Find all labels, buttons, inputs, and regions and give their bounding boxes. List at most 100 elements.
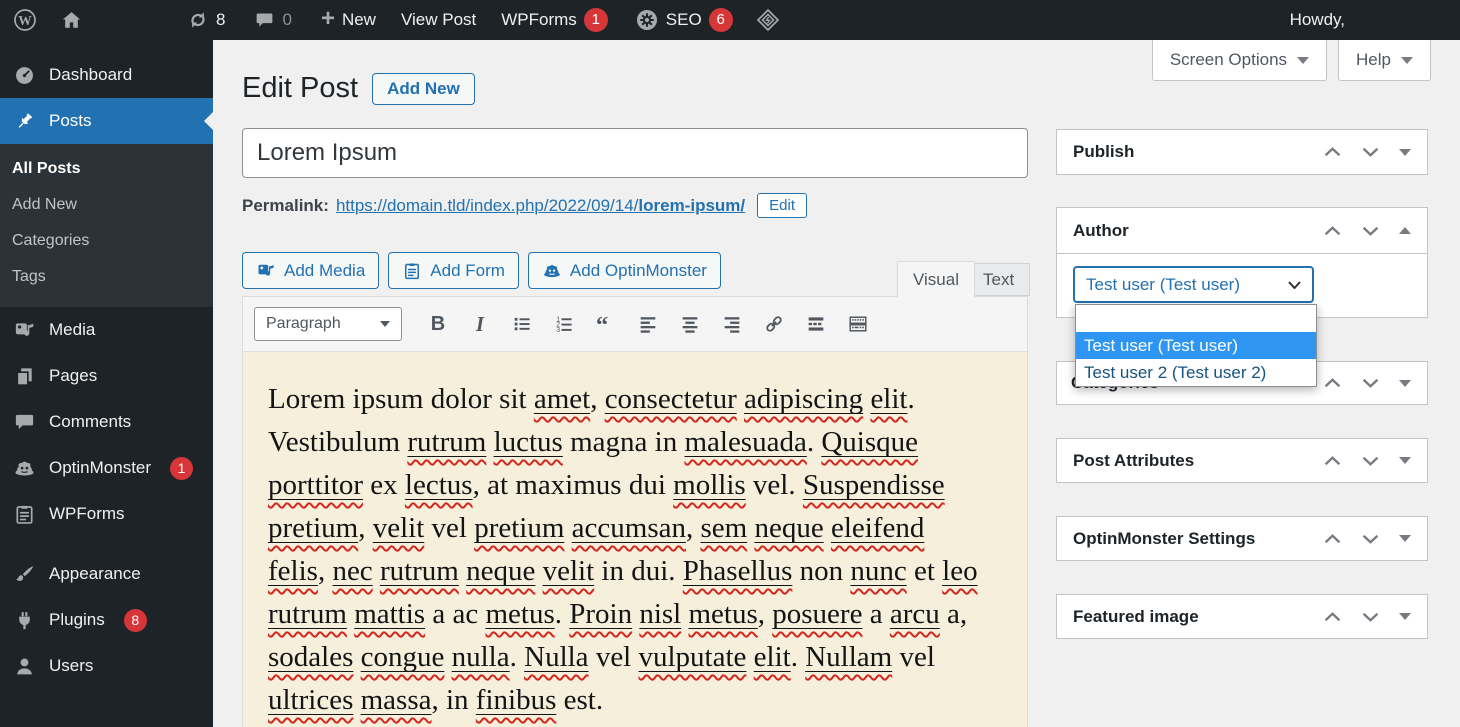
blockquote-button[interactable] xyxy=(586,307,626,341)
align-right-button[interactable] xyxy=(712,307,752,341)
move-down-icon[interactable] xyxy=(1361,533,1380,545)
form-icon xyxy=(402,261,422,281)
bold-button[interactable]: B xyxy=(418,307,458,341)
edit-permalink-button[interactable]: Edit xyxy=(757,193,807,218)
toggle-panel-icon[interactable] xyxy=(1399,227,1411,234)
submenu-item-all-posts[interactable]: All Posts xyxy=(0,151,213,187)
sidebar-item-users[interactable]: Users xyxy=(0,643,213,689)
misspelled-word: finibus xyxy=(476,684,557,716)
align-center-button[interactable] xyxy=(670,307,710,341)
sidebar-item-comments[interactable]: Comments xyxy=(0,399,213,445)
editor-toolbar: Paragraph B I xyxy=(243,297,1027,352)
pushpin-icon xyxy=(13,110,36,133)
read-more-button[interactable] xyxy=(796,307,836,341)
submenu-item-tags[interactable]: Tags xyxy=(0,259,213,295)
misspelled-word: amet xyxy=(534,383,590,415)
screen-options-tab[interactable]: Screen Options xyxy=(1152,40,1327,81)
featured-image-panel-header[interactable]: Featured image xyxy=(1057,595,1427,638)
sidebar-item-appearance[interactable]: Appearance xyxy=(0,551,213,597)
seo-label: SEO xyxy=(666,10,702,30)
misspelled-word: elit xyxy=(754,641,791,673)
diamond-plugin-icon[interactable] xyxy=(755,7,781,33)
site-home-icon[interactable] xyxy=(60,9,83,32)
view-post-link[interactable]: View Post xyxy=(401,10,476,30)
toggle-panel-icon[interactable] xyxy=(1399,380,1411,387)
brush-icon xyxy=(13,563,36,586)
toolbar-toggle-button[interactable] xyxy=(838,307,878,341)
sidebar-item-posts[interactable]: Posts xyxy=(0,98,213,144)
chevron-down-icon xyxy=(1297,57,1309,64)
author-panel-header[interactable]: Author xyxy=(1057,208,1427,253)
toggle-panel-icon[interactable] xyxy=(1399,457,1411,464)
bulleted-list-button[interactable] xyxy=(502,307,542,341)
sidebar-item-media[interactable]: Media xyxy=(0,307,213,353)
updates-indicator[interactable]: 8 xyxy=(187,9,225,31)
misspelled-word: luctus xyxy=(494,426,563,458)
permalink-label: Permalink: xyxy=(242,196,329,216)
optinmonster-icon xyxy=(542,261,562,281)
admin-sidebar: Dashboard Posts All Posts Add New Catego… xyxy=(0,40,213,727)
misspelled-word: nec xyxy=(332,555,372,587)
editor-content-text[interactable]: Lorem ipsum dolor sit amet, consectetur … xyxy=(243,352,1027,727)
author-select[interactable]: Test user (Test user) xyxy=(1073,266,1314,303)
misspelled-word: adipiscing xyxy=(744,383,863,415)
wpforms-menu[interactable]: WPForms 1 xyxy=(501,8,608,32)
comments-indicator[interactable]: 0 xyxy=(254,10,291,31)
updates-count: 8 xyxy=(216,10,225,30)
optinmonster-settings-panel: OptinMonster Settings xyxy=(1056,516,1428,561)
move-up-icon[interactable] xyxy=(1323,225,1342,237)
submenu-item-add-new[interactable]: Add New xyxy=(0,187,213,223)
add-optinmonster-button[interactable]: Add OptinMonster xyxy=(528,252,721,289)
paragraph-format-select[interactable]: Paragraph xyxy=(254,307,402,341)
sidebar-item-wpforms[interactable]: WPForms xyxy=(0,491,213,537)
comments-count: 0 xyxy=(282,10,291,30)
italic-button[interactable]: I xyxy=(460,307,500,341)
misspelled-word: Quisque xyxy=(821,426,918,458)
misspelled-word: accumsan xyxy=(572,512,686,544)
publish-panel-header[interactable]: Publish xyxy=(1057,130,1427,174)
dropdown-option-blank[interactable] xyxy=(1076,305,1316,332)
help-tab[interactable]: Help xyxy=(1338,40,1431,81)
sidebar-item-pages[interactable]: Pages xyxy=(0,353,213,399)
move-up-icon[interactable] xyxy=(1323,533,1342,545)
toggle-panel-icon[interactable] xyxy=(1399,149,1411,156)
sidebar-item-dashboard[interactable]: Dashboard xyxy=(0,52,213,98)
add-new-button[interactable]: Add New xyxy=(372,73,475,105)
post-title-input[interactable] xyxy=(242,128,1028,178)
howdy-account[interactable]: Howdy, xyxy=(1290,10,1345,30)
comment-icon xyxy=(13,411,36,434)
move-down-icon[interactable] xyxy=(1361,146,1380,158)
move-up-icon[interactable] xyxy=(1323,146,1342,158)
move-down-icon[interactable] xyxy=(1361,225,1380,237)
add-form-button[interactable]: Add Form xyxy=(388,252,519,289)
sidebar-item-optinmonster[interactable]: OptinMonster 1 xyxy=(0,445,213,491)
move-up-icon[interactable] xyxy=(1323,377,1342,389)
new-menu[interactable]: + New xyxy=(321,10,376,30)
dropdown-option[interactable]: Test user 2 (Test user 2) xyxy=(1076,359,1316,386)
tab-text[interactable]: Text xyxy=(967,263,1030,296)
user-icon xyxy=(13,655,36,678)
tab-visual[interactable]: Visual xyxy=(897,261,975,298)
author-panel: Author Test user (Test user) Test user (… xyxy=(1056,207,1428,318)
permalink-link[interactable]: https://domain.tld/index.php/2022/09/14/… xyxy=(336,196,745,216)
move-up-icon[interactable] xyxy=(1323,611,1342,623)
wordpress-logo-icon[interactable] xyxy=(13,8,37,32)
add-media-button[interactable]: Add Media xyxy=(242,252,379,289)
move-down-icon[interactable] xyxy=(1361,611,1380,623)
toggle-panel-icon[interactable] xyxy=(1399,613,1411,620)
numbered-list-button[interactable] xyxy=(544,307,584,341)
toggle-panel-icon[interactable] xyxy=(1399,535,1411,542)
move-up-icon[interactable] xyxy=(1323,455,1342,467)
submenu-item-categories[interactable]: Categories xyxy=(0,223,213,259)
insert-link-button[interactable] xyxy=(754,307,794,341)
seo-menu[interactable]: SEO 6 xyxy=(635,8,733,32)
move-down-icon[interactable] xyxy=(1361,377,1380,389)
align-left-button[interactable] xyxy=(628,307,668,341)
optinmonster-settings-panel-header[interactable]: OptinMonster Settings xyxy=(1057,517,1427,560)
sidebar-item-plugins[interactable]: Plugins 8 xyxy=(0,597,213,643)
move-down-icon[interactable] xyxy=(1361,455,1380,467)
current-menu-arrow xyxy=(204,112,213,130)
post-attributes-panel-header[interactable]: Post Attributes xyxy=(1057,439,1427,482)
chevron-down-icon xyxy=(380,321,390,327)
dropdown-option-selected[interactable]: Test user (Test user) xyxy=(1076,332,1316,359)
